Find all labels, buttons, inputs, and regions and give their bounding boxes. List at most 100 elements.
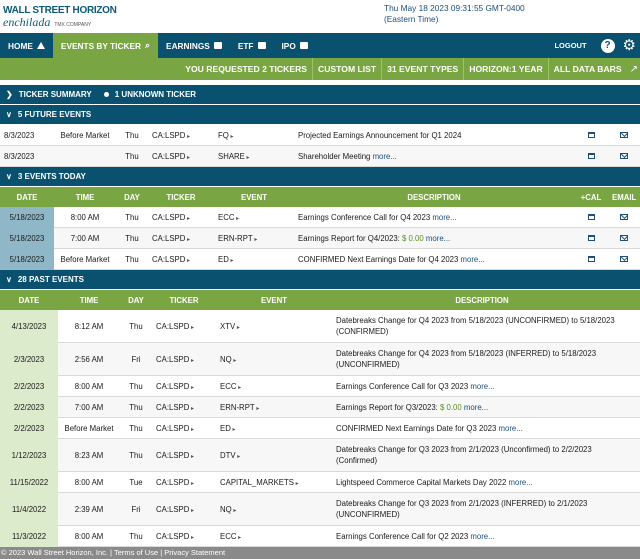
mail-icon[interactable] <box>620 234 628 241</box>
event-code[interactable]: NQ <box>220 505 232 514</box>
nav-ipo[interactable]: IPO <box>274 33 316 58</box>
event-cell[interactable]: DTV ▸ <box>216 451 332 460</box>
calendar-icon[interactable] <box>587 234 595 241</box>
ticker-link[interactable]: CA:LSPD <box>156 403 189 412</box>
ticker-cell[interactable]: CA:LSPD ▸ <box>152 532 216 541</box>
email-cell[interactable] <box>608 152 640 161</box>
ticker-link[interactable]: CA:LSPD <box>156 478 189 487</box>
event-cell[interactable]: ED ▸ <box>216 424 332 433</box>
ticker-cell[interactable]: CA:LSPD ▸ <box>152 505 216 514</box>
filter-horizon[interactable]: HORIZON:1 YEAR <box>463 58 547 80</box>
event-code[interactable]: CAPITAL_MARKETS <box>220 478 294 487</box>
add-calendar-cell[interactable] <box>574 255 608 264</box>
filter-tickers[interactable]: YOU REQUESTED 2 TICKERS <box>180 58 312 80</box>
ticker-link[interactable]: CA:LSPD <box>152 152 185 161</box>
calendar-icon[interactable] <box>587 213 595 220</box>
more-link[interactable]: more... <box>373 152 397 161</box>
ticker-summary-header[interactable]: ❯ TICKER SUMMARY 1 UNKNOWN TICKER <box>0 85 640 105</box>
event-cell[interactable]: ECC ▸ <box>214 213 294 222</box>
ticker-cell[interactable]: CA:LSPD ▸ <box>148 131 214 140</box>
event-code[interactable]: ECC <box>218 213 234 222</box>
more-link[interactable]: more... <box>461 255 485 264</box>
ticker-link[interactable]: CA:LSPD <box>156 505 189 514</box>
add-calendar-cell[interactable] <box>574 213 608 222</box>
today-events-header[interactable]: ∨ 3 EVENTS TODAY <box>0 167 640 187</box>
event-cell[interactable]: NQ ▸ <box>216 505 332 514</box>
mail-icon[interactable] <box>620 152 628 159</box>
ticker-cell[interactable]: CA:LSPD ▸ <box>152 478 216 487</box>
event-cell[interactable]: XTV ▸ <box>216 322 332 331</box>
event-code[interactable]: SHARE <box>218 152 245 161</box>
ticker-link[interactable]: CA:LSPD <box>152 255 185 264</box>
event-code[interactable]: NQ <box>220 355 232 364</box>
mail-icon[interactable] <box>620 131 628 138</box>
ticker-cell[interactable]: CA:LSPD ▸ <box>148 213 214 222</box>
help-icon[interactable]: ? <box>600 38 615 53</box>
ticker-cell[interactable]: CA:LSPD ▸ <box>148 234 214 243</box>
more-link[interactable]: more... <box>464 403 488 412</box>
event-code[interactable]: ERN-RPT <box>220 403 255 412</box>
email-cell[interactable] <box>608 255 640 264</box>
ticker-cell[interactable]: CA:LSPD ▸ <box>152 322 216 331</box>
ticker-link[interactable]: CA:LSPD <box>156 355 189 364</box>
more-link[interactable]: more... <box>470 382 494 391</box>
nav-home[interactable]: HOME <box>0 33 53 58</box>
event-code[interactable]: ED <box>218 255 229 264</box>
ticker-link[interactable]: CA:LSPD <box>152 131 185 140</box>
event-cell[interactable]: ERN-RPT ▸ <box>216 403 332 412</box>
ticker-link[interactable]: CA:LSPD <box>156 451 189 460</box>
calendar-icon[interactable] <box>587 152 595 159</box>
event-cell[interactable]: ECC ▸ <box>216 532 332 541</box>
event-code[interactable]: DTV <box>220 451 236 460</box>
event-cell[interactable]: ERN-RPT ▸ <box>214 234 294 243</box>
more-link[interactable]: more... <box>426 234 450 243</box>
more-link[interactable]: more... <box>509 478 533 487</box>
ticker-link[interactable]: CA:LSPD <box>156 322 189 331</box>
wsh-logo[interactable]: WALL STREET HORIZON enchilada TMX COMPANY <box>3 6 123 30</box>
ticker-cell[interactable]: CA:LSPD ▸ <box>152 451 216 460</box>
email-cell[interactable] <box>608 131 640 140</box>
mail-icon[interactable] <box>620 213 628 220</box>
nav-etf[interactable]: ETF <box>230 33 274 58</box>
ticker-link[interactable]: CA:LSPD <box>156 382 189 391</box>
event-cell[interactable]: ECC ▸ <box>216 382 332 391</box>
filter-event-types[interactable]: 31 EVENT TYPES <box>381 58 463 80</box>
filter-data-bars[interactable]: ALL DATA BARS <box>547 58 627 80</box>
event-cell[interactable]: CAPITAL_MARKETS ▸ <box>216 478 332 487</box>
event-cell[interactable]: SHARE ▸ <box>214 152 294 161</box>
event-cell[interactable]: NQ ▸ <box>216 355 332 364</box>
event-code[interactable]: ECC <box>220 382 236 391</box>
mail-icon[interactable] <box>620 255 628 262</box>
add-calendar-cell[interactable] <box>574 152 608 161</box>
ticker-link[interactable]: CA:LSPD <box>156 424 189 433</box>
more-link[interactable]: more... <box>499 424 523 433</box>
past-events-header[interactable]: ∨ 28 PAST EVENTS <box>0 270 640 290</box>
more-link[interactable]: more... <box>470 532 494 541</box>
add-calendar-cell[interactable] <box>574 234 608 243</box>
nav-events-by-ticker[interactable]: EVENTS BY TICKER ⌕ <box>52 33 159 58</box>
ticker-cell[interactable]: CA:LSPD ▸ <box>148 152 214 161</box>
ticker-cell[interactable]: CA:LSPD ▸ <box>152 403 216 412</box>
future-events-header[interactable]: ∨ 5 FUTURE EVENTS <box>0 105 640 125</box>
add-calendar-cell[interactable] <box>574 131 608 140</box>
calendar-icon[interactable] <box>587 255 595 262</box>
ticker-link[interactable]: CA:LSPD <box>152 234 185 243</box>
event-code[interactable]: FQ <box>218 131 229 140</box>
logout-link[interactable]: LOGOUT <box>554 41 586 50</box>
event-code[interactable]: ERN-RPT <box>218 234 253 243</box>
filter-custom-list[interactable]: CUSTOM LIST <box>312 58 381 80</box>
event-code[interactable]: ED <box>220 424 231 433</box>
email-cell[interactable] <box>608 213 640 222</box>
email-cell[interactable] <box>608 234 640 243</box>
share-icon[interactable]: ↗ <box>627 64 638 75</box>
event-cell[interactable]: ED ▸ <box>214 255 294 264</box>
more-link[interactable]: more... <box>432 213 456 222</box>
event-cell[interactable]: FQ ▸ <box>214 131 294 140</box>
ticker-cell[interactable]: CA:LSPD ▸ <box>148 255 214 264</box>
ticker-cell[interactable]: CA:LSPD ▸ <box>152 382 216 391</box>
gear-icon[interactable]: ⚙ <box>623 38 636 53</box>
ticker-link[interactable]: CA:LSPD <box>156 532 189 541</box>
event-code[interactable]: XTV <box>220 322 235 331</box>
ticker-link[interactable]: CA:LSPD <box>152 213 185 222</box>
event-code[interactable]: ECC <box>220 532 236 541</box>
